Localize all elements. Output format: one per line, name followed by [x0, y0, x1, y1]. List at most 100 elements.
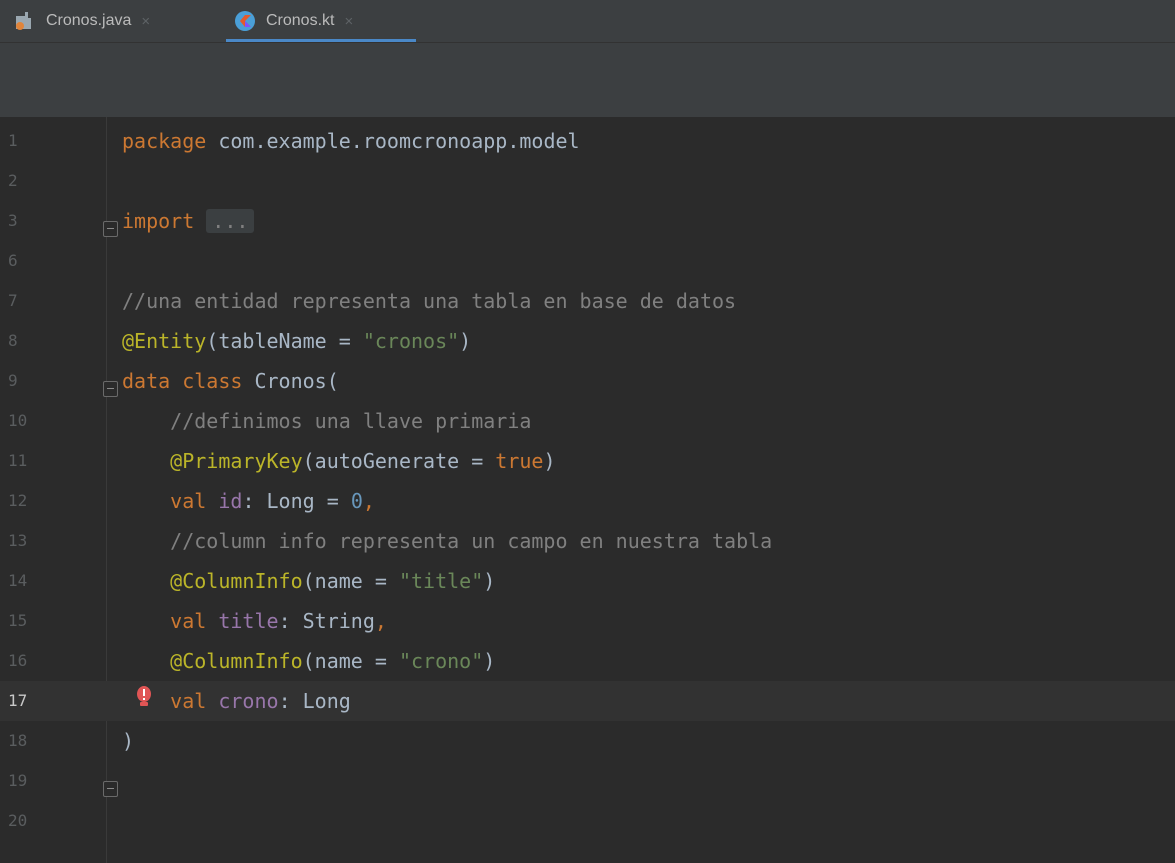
code-token: true: [495, 449, 544, 473]
line-number: 3: [8, 211, 18, 230]
fold-icon[interactable]: [103, 381, 118, 397]
line-number: 14: [8, 571, 28, 590]
code-line[interactable]: 15 val title: String,: [0, 601, 1175, 641]
line-number: 8: [8, 331, 18, 350]
code-text: import ...: [122, 201, 255, 241]
line-number: 7: [8, 291, 18, 310]
code-line[interactable]: 14 @ColumnInfo(name = "title"): [0, 561, 1175, 601]
line-number: 6: [8, 251, 18, 270]
code-token: data class: [122, 369, 243, 393]
code-token: import: [122, 209, 195, 233]
code-token: @ColumnInfo: [122, 569, 303, 593]
code-token: : String: [278, 609, 375, 633]
line-number: 20: [8, 811, 28, 830]
line-number: 9: [8, 371, 18, 390]
red-bulb-icon[interactable]: [134, 685, 154, 709]
code-line[interactable]: 7 //una entidad representa una tabla en b…: [0, 281, 1175, 321]
code-token: id: [218, 489, 243, 513]
code-token: (name =: [302, 569, 399, 593]
editor-header-strip: [0, 43, 1175, 117]
code-token: : Long =: [242, 489, 351, 513]
code-text: ): [122, 721, 134, 761]
code-token: ): [483, 569, 496, 593]
code-token: (name =: [302, 649, 399, 673]
code-line[interactable]: 1 package com.example.roomcronoapp.model: [0, 121, 1175, 161]
tab-cronos-java[interactable]: Cronos.java ×: [6, 0, 210, 42]
line-number: 11: [8, 451, 28, 470]
code-token: crono: [218, 689, 279, 713]
code-line[interactable]: 13 //column info representa un campo en …: [0, 521, 1175, 561]
code-token: ): [543, 449, 556, 473]
code-text: val crono: Long: [122, 681, 351, 721]
tab-label: Cronos.kt: [266, 12, 335, 29]
code-text: package com.example.roomcronoapp.model: [122, 121, 580, 161]
code-line[interactable]: 9 data class Cronos(: [0, 361, 1175, 401]
code-token: //una entidad representa una tabla en ba…: [122, 289, 737, 313]
code-line[interactable]: 11 @PrimaryKey(autoGenerate = true): [0, 441, 1175, 481]
line-number: 19: [8, 771, 28, 790]
code-line[interactable]: 18): [0, 721, 1175, 761]
code-token: "crono": [398, 649, 484, 673]
code-token: com.example.roomcronoapp.model: [206, 129, 580, 153]
fold-icon[interactable]: [103, 781, 118, 797]
close-icon[interactable]: ×: [141, 13, 150, 30]
code-line[interactable]: 2: [0, 161, 1175, 201]
line-number: 13: [8, 531, 28, 550]
code-token: "cronos": [362, 329, 460, 353]
code-line[interactable]: 8 @Entity(tableName = "cronos"): [0, 321, 1175, 361]
code-text: //column info representa un campo en nue…: [122, 521, 772, 561]
code-line[interactable]: 12 val id: Long = 0,: [0, 481, 1175, 521]
code-token: //column info representa un campo en nue…: [122, 529, 773, 553]
code-token: @PrimaryKey: [122, 449, 303, 473]
fold-icon[interactable]: [103, 221, 118, 237]
code-text: @ColumnInfo(name = "title"): [122, 561, 495, 601]
code-token: : Long: [278, 689, 351, 713]
line-number: 18: [8, 731, 28, 750]
line-number: 10: [8, 411, 28, 430]
code-token: @ColumnInfo: [122, 649, 303, 673]
code-text: val title: String,: [122, 601, 387, 641]
code-token: val: [122, 609, 207, 633]
line-number: 16: [8, 651, 28, 670]
code-token: Cronos(: [242, 369, 339, 393]
code-token: title: [218, 609, 279, 633]
code-line[interactable]: 20: [0, 801, 1175, 841]
code-token: (tableName =: [206, 329, 363, 353]
tab-cronos-kt[interactable]: Cronos.kt ×: [226, 0, 416, 42]
editor-tab-bar: Cronos.java × Cronos.kt ×: [0, 0, 1175, 43]
code-token: ,: [362, 489, 375, 513]
code-token: "title": [398, 569, 484, 593]
code-line[interactable]: 3 import ...: [0, 201, 1175, 241]
java-file-icon: [14, 10, 36, 32]
code-line[interactable]: 16 @ColumnInfo(name = "crono"): [0, 641, 1175, 681]
code-token: ,: [374, 609, 387, 633]
code-token: 0: [350, 489, 363, 513]
code-token: @Entity: [122, 329, 207, 353]
tab-label: Cronos.java: [46, 12, 132, 29]
code-token: ): [459, 329, 472, 353]
kotlin-file-icon: [234, 10, 256, 32]
code-text: @Entity(tableName = "cronos"): [122, 321, 471, 361]
code-token: package: [122, 129, 207, 153]
code-text: data class Cronos(: [122, 361, 339, 401]
line-number: 12: [8, 491, 28, 510]
line-number: 15: [8, 611, 28, 630]
code-line[interactable]: 6: [0, 241, 1175, 281]
code-token: (autoGenerate =: [302, 449, 496, 473]
line-number: 17: [8, 691, 28, 710]
line-number: 1: [8, 131, 18, 150]
close-icon[interactable]: ×: [344, 13, 353, 30]
code-token: ): [483, 649, 496, 673]
code-text: val id: Long = 0,: [122, 481, 375, 521]
code-text: @PrimaryKey(autoGenerate = true): [122, 441, 556, 481]
code-text: @ColumnInfo(name = "crono"): [122, 641, 495, 681]
code-line[interactable]: 19: [0, 761, 1175, 801]
code-line[interactable]: 17 val crono: Long: [0, 681, 1175, 721]
code-line[interactable]: 10 //definimos una llave primaria: [0, 401, 1175, 441]
code-token: //definimos una llave primaria: [122, 409, 532, 433]
code-text: //definimos una llave primaria: [122, 401, 531, 441]
code-editor[interactable]: 1 package com.example.roomcronoapp.model 2…: [0, 117, 1175, 863]
